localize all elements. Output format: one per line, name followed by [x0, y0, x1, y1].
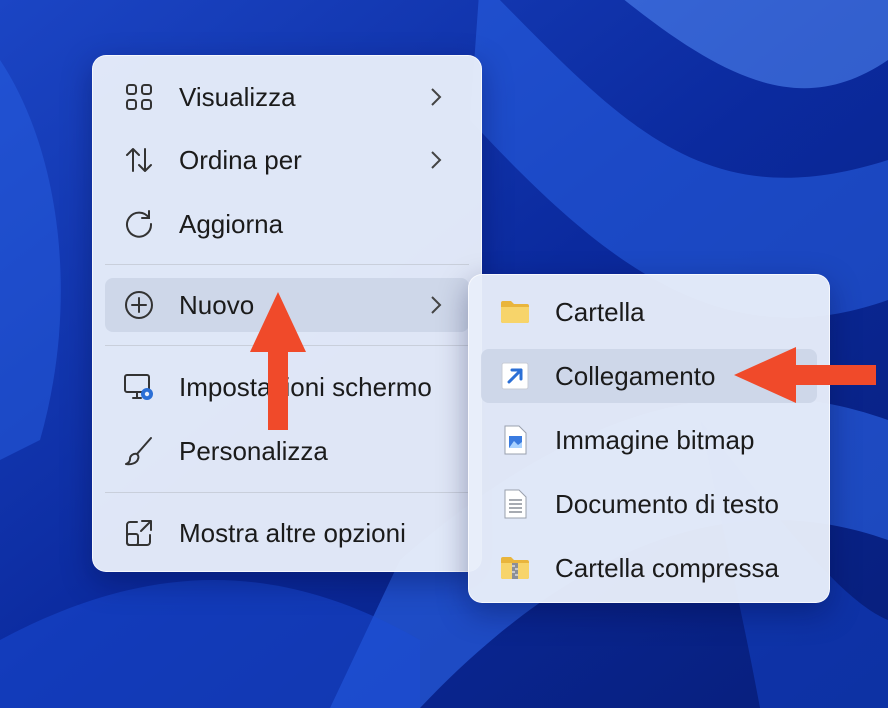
shortcut-icon	[501, 362, 529, 390]
menu-item-label: Personalizza	[179, 436, 328, 466]
submenu-item-compressed-folder[interactable]: Cartella compressa	[481, 541, 817, 595]
submenu-item-label: Documento di testo	[555, 489, 780, 519]
menu-item-label: Aggiorna	[179, 209, 284, 239]
submenu-item-label: Cartella	[555, 297, 645, 327]
grid-icon	[126, 84, 152, 110]
display-settings-icon	[124, 374, 153, 400]
annotation-arrow-left	[734, 347, 876, 403]
annotation-arrow-up	[250, 292, 306, 430]
open-external-icon	[126, 520, 152, 546]
submenu-item-label: Immagine bitmap	[555, 425, 755, 455]
menu-item-label: Mostra altre opzioni	[179, 518, 406, 548]
menu-item-label: Visualizza	[179, 82, 296, 112]
menu-separator	[105, 492, 469, 493]
brush-icon	[125, 437, 152, 466]
folder-icon	[501, 301, 529, 323]
text-file-icon	[504, 489, 527, 519]
menu-item-label: Nuovo	[179, 290, 255, 320]
submenu-item-bitmap-image[interactable]: Immagine bitmap	[481, 413, 817, 467]
menu-item-sort-by[interactable]: Ordina per	[105, 133, 469, 187]
menu-item-label: Ordina per	[179, 145, 302, 175]
new-submenu: Cartella Collegamento Immagine bitmap Do…	[468, 274, 830, 603]
menu-separator	[105, 264, 469, 265]
chevron-right-icon	[431, 296, 442, 314]
bitmap-file-icon	[504, 425, 527, 455]
submenu-item-label: Cartella compressa	[555, 553, 779, 583]
menu-item-personalize[interactable]: Personalizza	[105, 424, 469, 478]
menu-item-show-more-options[interactable]: Mostra altre opzioni	[105, 506, 469, 560]
refresh-icon	[126, 210, 153, 238]
submenu-item-text-document[interactable]: Documento di testo	[481, 477, 817, 531]
chevron-right-icon	[431, 88, 442, 106]
submenu-item-label: Collegamento	[555, 361, 716, 391]
menu-item-view[interactable]: Visualizza	[105, 70, 469, 124]
chevron-right-icon	[431, 151, 442, 169]
sort-icon	[126, 148, 152, 172]
menu-item-refresh[interactable]: Aggiorna	[105, 197, 469, 251]
submenu-item-folder[interactable]: Cartella	[481, 285, 817, 339]
plus-circle-icon	[125, 291, 153, 319]
zip-folder-icon	[501, 557, 529, 579]
